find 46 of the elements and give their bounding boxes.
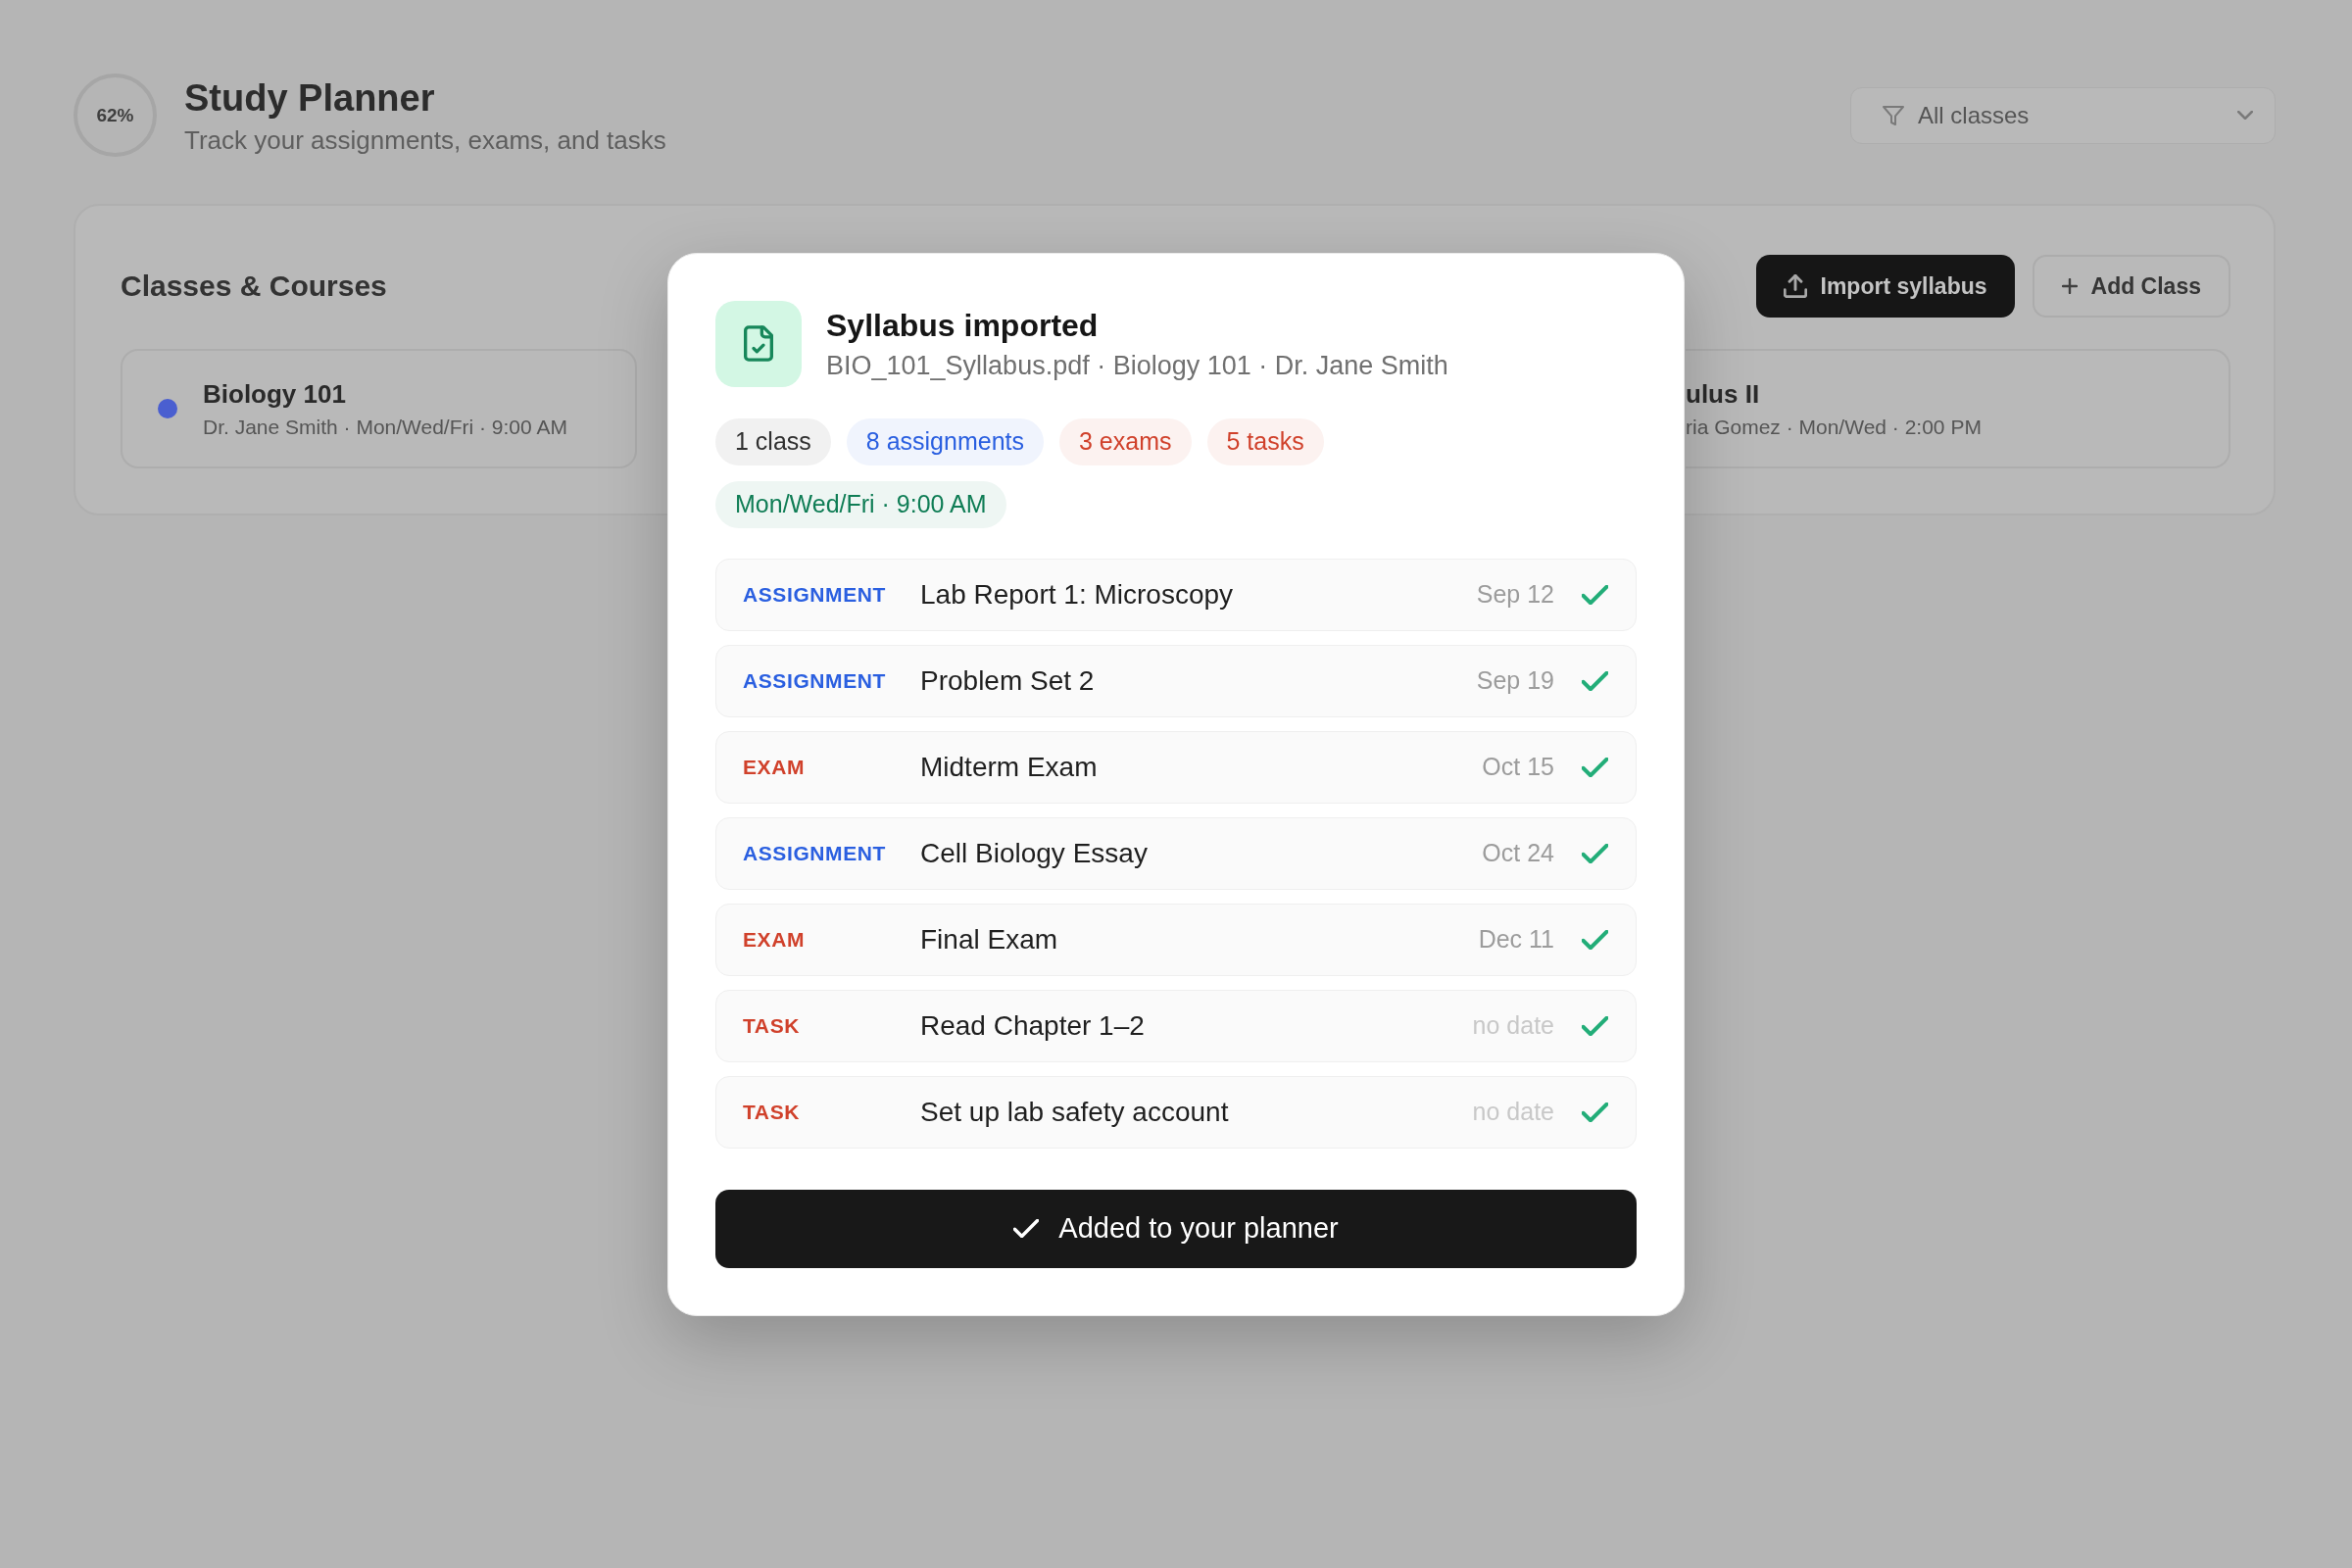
progress-ring: 62% <box>74 74 157 157</box>
added-to-planner-button[interactable]: Added to your planner <box>715 1189 1637 1268</box>
import-syllabus-button[interactable]: Import syllabus <box>1755 255 2015 318</box>
item-title: Set up lab safety account <box>920 1096 1230 1128</box>
item-title: Cell Biology Essay <box>920 837 1149 869</box>
class-card[interactable]: ulus II ria Gomez · Mon/Wed · 2:00 PM <box>1686 349 2230 468</box>
class-filter-dropdown[interactable]: All classes <box>1850 86 2276 144</box>
item-title: Final Exam <box>920 923 1059 956</box>
item-title: Problem Set 2 <box>920 664 1096 697</box>
count-tag: 5 tasks <box>1206 417 1324 466</box>
item-type-label: ASSIGNMENT <box>743 841 887 865</box>
class-name: Biology 101 <box>203 378 347 410</box>
item-type-label: TASK <box>743 1100 801 1124</box>
class-details: ria Gomez · Mon/Wed · 2:00 PM <box>1686 415 1982 439</box>
item-date: Oct 24 <box>1482 839 1554 867</box>
item-type-label: ASSIGNMENT <box>743 582 887 607</box>
item-date: Oct 15 <box>1482 753 1554 781</box>
file-check-icon <box>715 300 802 387</box>
count-tag: 1 class <box>715 417 831 466</box>
count-tag: 8 assignments <box>846 417 1044 466</box>
item-type-label: ASSIGNMENT <box>743 668 887 693</box>
section-title: Classes & Courses <box>121 270 387 303</box>
filter-icon <box>1883 105 1904 125</box>
item-type-label: TASK <box>743 1013 801 1038</box>
class-details: Dr. Jane Smith · Mon/Wed/Fri · 9:00 AM <box>203 415 567 439</box>
schedule-tag: Mon/Wed/Fri · 9:00 AM <box>715 480 1006 528</box>
item-date: Dec 11 <box>1478 925 1554 954</box>
item-type-label: EXAM <box>743 927 807 952</box>
add-class-button[interactable]: Add Class <box>2032 255 2230 318</box>
item-type-label: EXAM <box>743 755 807 779</box>
plus-icon <box>2061 278 2078 294</box>
item-date: Sep 19 <box>1476 666 1554 695</box>
item-title: Read Chapter 1–2 <box>920 1009 1146 1042</box>
page-subtitle: Track your assignments, exams, and tasks <box>184 123 666 156</box>
chevron-down-icon <box>2237 111 2253 120</box>
item-title: Midterm Exam <box>920 751 1099 783</box>
upload-icon <box>1783 274 1807 298</box>
item-title: Lab Report 1: Microscopy <box>920 578 1235 611</box>
dialog-subtitle: BIO_101_Syllabus.pdf · Biology 101 · Dr. Jane Smith <box>826 349 1448 382</box>
dialog-title: Syllabus imported <box>826 306 1100 345</box>
item-date: Sep 12 <box>1476 580 1554 609</box>
class-card[interactable]: Biology 101 Dr. Jane Smith · Mon/Wed/Fri · 9:00 AM <box>121 349 637 468</box>
check-icon <box>1013 1219 1040 1238</box>
count-tag: 3 exams <box>1059 417 1192 466</box>
page-title: Study Planner <box>184 75 436 121</box>
class-name: ulus II <box>1686 378 1761 410</box>
